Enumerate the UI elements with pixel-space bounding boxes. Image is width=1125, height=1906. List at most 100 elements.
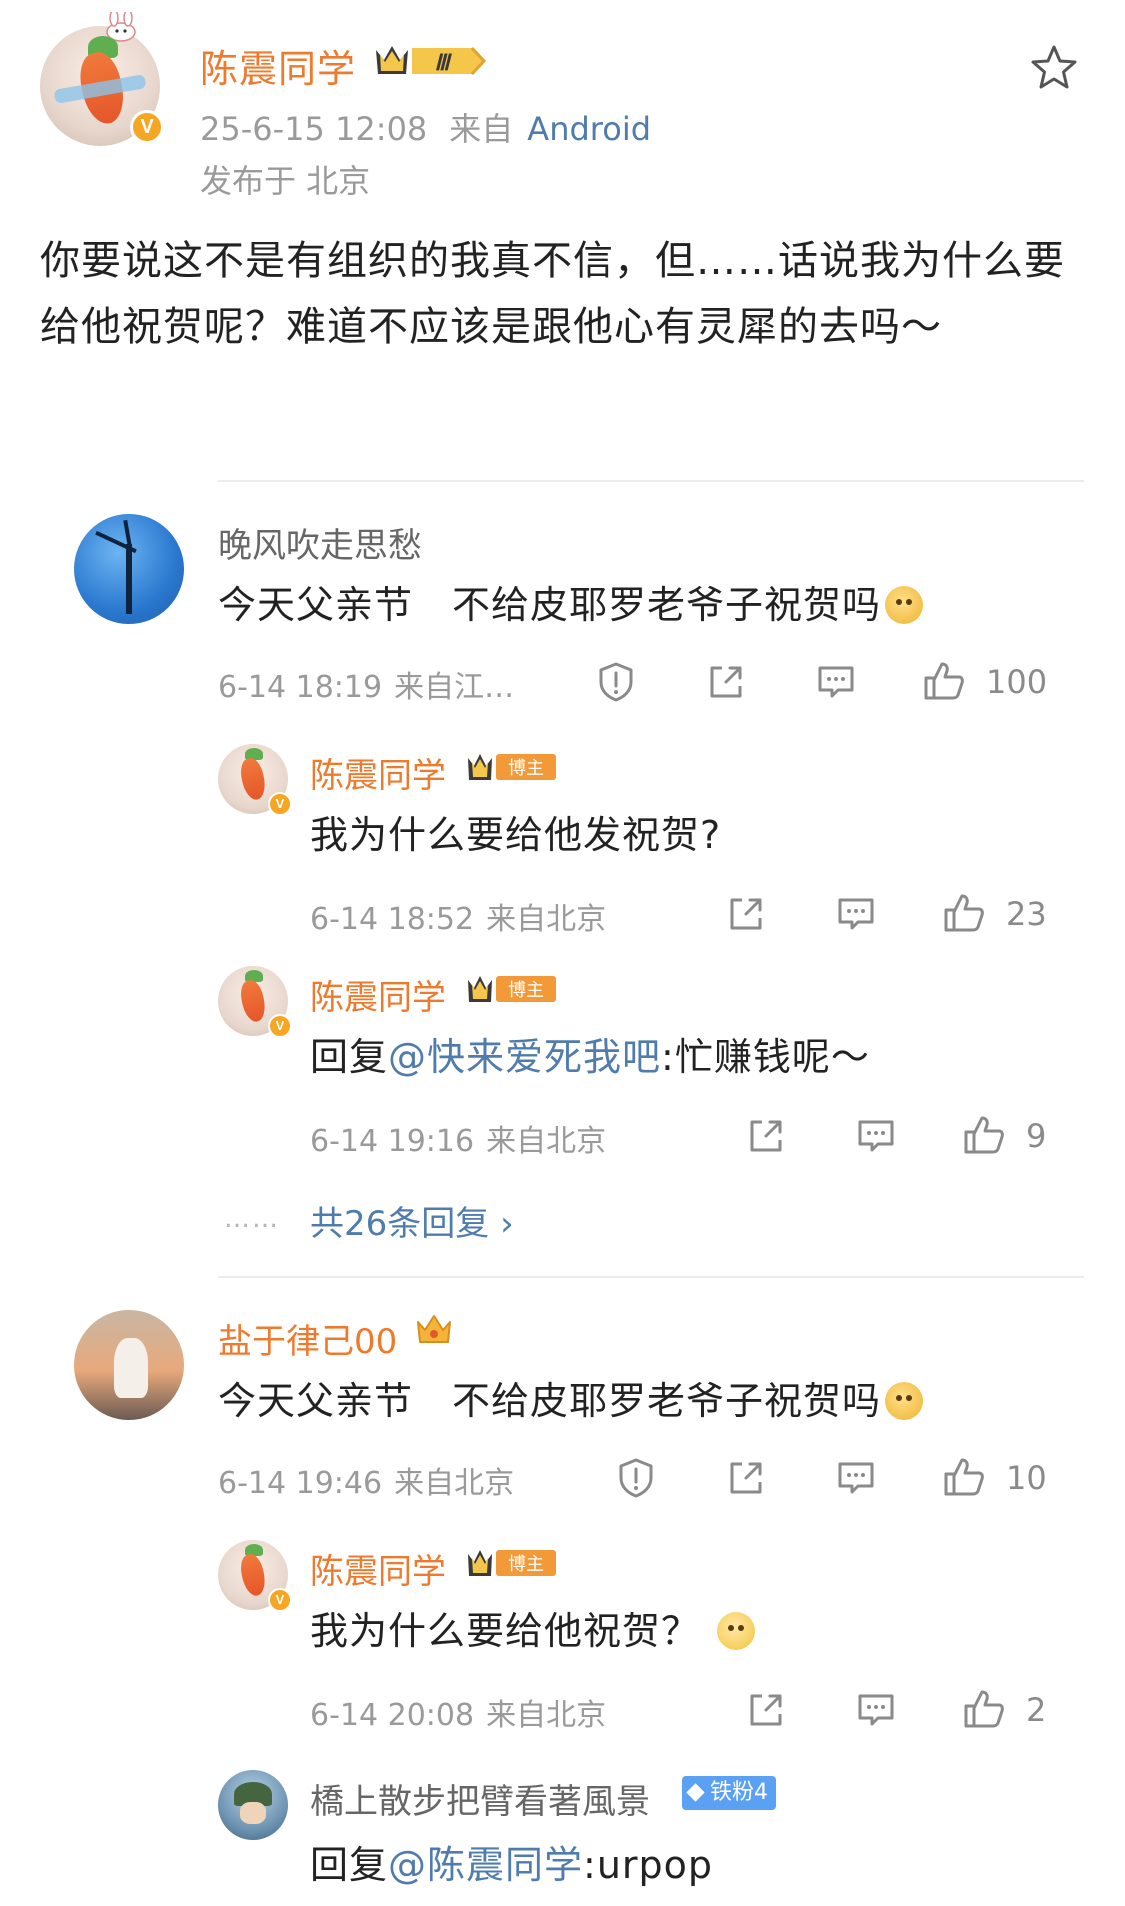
comment-bubble-icon[interactable] [834,892,878,936]
comment-divider [218,480,1084,482]
replier-avatar[interactable]: V [218,744,292,816]
comment-meta: 6-14 19:46 来自北京 [218,1458,514,1502]
thumbs-up-icon[interactable] [922,658,966,702]
commenter-name[interactable]: 晚风吹走思愁 [218,518,422,567]
fan-level-label: 铁粉4 [710,1780,768,1805]
reply-location: 来自北京 [486,1698,607,1733]
comment-divider [218,1276,1084,1278]
reply-text-content: :urpop [583,1843,714,1887]
doge-emoji-icon [885,1382,924,1420]
blogger-crown-badge-icon: 博主 [468,976,556,1002]
thumbs-up-icon[interactable] [962,1112,1006,1156]
like-count: 2 [1026,1691,1047,1729]
commenter-avatar[interactable] [74,514,184,624]
share-square-icon[interactable] [704,660,748,704]
fan-level-badge: 铁粉4 [682,1776,776,1810]
verified-icon: V [130,110,164,144]
reply-time: 6-14 20:08 [310,1698,475,1733]
reply-location: 来自北京 [486,902,607,937]
blogger-crown-badge-icon: 博主 [468,1550,556,1576]
reply-meta: 6-14 20:08 来自北京 [310,1690,606,1734]
mention-link[interactable]: @快来爱死我吧 [388,1035,661,1079]
author-avatar[interactable]: V [40,12,164,146]
comment-bubble-icon[interactable] [814,660,858,704]
avatar-carrot [237,1552,269,1598]
avatar-carrot [237,978,269,1024]
reply-text-content: :忙赚钱呢～ [661,1035,870,1079]
replier-name[interactable]: 陈震同学 [310,748,446,797]
replier-avatar[interactable]: V [218,1540,292,1612]
more-dots: …… [224,1204,280,1234]
share-square-icon[interactable] [744,1114,788,1158]
vip-crown-badge-icon[interactable]: Ⅲ [372,40,490,82]
avatar-carrot [237,756,269,802]
post-time: 25-6-15 12:08 [200,110,428,148]
post-location: 发布于 北京 [200,162,371,200]
comment-meta: 6-14 18:19 来自江… [218,662,514,706]
verified-icon: V [268,1014,292,1038]
replier-avatar[interactable] [218,1770,288,1840]
commenter-avatar[interactable] [74,1310,184,1420]
replier-name[interactable]: 橋上散步把臂看著風景 [310,1774,650,1823]
reply-text-content: 我为什么要给他祝贺？ [310,1609,701,1653]
report-shield-icon[interactable] [614,1456,658,1500]
reply-time: 6-14 19:16 [310,1124,475,1159]
reply-prefix: 回复 [310,1035,389,1079]
replier-name[interactable]: 陈震同学 [310,1544,446,1593]
blogger-crown-badge-icon: 博主 [468,754,556,780]
post-meta: 25-6-15 12:08 来自 Android [200,104,651,150]
comment-location: 来自江… [394,670,515,705]
svg-text:博主: 博主 [508,1554,544,1575]
thumbs-up-icon[interactable] [962,1686,1006,1730]
avatar-figure [114,1338,148,1398]
reply-meta: 6-14 18:52 来自北京 [310,894,606,938]
reply-prefix: 回复 [310,1843,389,1887]
avatar-face [240,1802,266,1824]
comment-text: 今天父亲节 不给皮耶罗老爷子祝贺吗 [218,574,924,629]
star-outline-icon[interactable] [1028,42,1080,94]
comment-location: 来自北京 [394,1466,515,1501]
reply-location: 来自北京 [486,1124,607,1159]
replier-avatar[interactable]: V [218,966,292,1038]
comment-bubble-icon[interactable] [854,1688,898,1732]
svg-text:博主: 博主 [508,980,544,1001]
thumbs-up-icon[interactable] [942,1454,986,1498]
like-count: 9 [1026,1117,1047,1155]
reply-text: 回复@陈震同学:urpop [310,1834,713,1889]
share-square-icon[interactable] [724,1456,768,1500]
doge-emoji-icon [885,586,924,624]
surprised-emoji-icon [717,1612,756,1650]
reply-text: 回复@快来爱死我吧:忙赚钱呢～ [310,1026,870,1081]
comment-text-content: 今天父亲节 不给皮耶罗老爷子祝贺吗 [218,583,882,627]
from-label: 来自 [449,110,514,148]
reply-text: 我为什么要给他祝贺？ [310,1600,756,1655]
comment-time: 6-14 19:46 [218,1466,383,1501]
commenter-name[interactable]: 盐于律己00 [218,1314,397,1363]
comment-bubble-icon[interactable] [854,1114,898,1158]
crown-member-icon [417,1315,451,1343]
thumbs-up-icon[interactable] [942,890,986,934]
reply-time: 6-14 18:52 [310,902,475,937]
comment-text: 今天父亲节 不给皮耶罗老爷子祝贺吗 [218,1370,924,1425]
author-name[interactable]: 陈震同学 [200,38,356,93]
svg-text:博主: 博主 [508,758,544,779]
comment-bubble-icon[interactable] [834,1456,878,1500]
reply-text: 我为什么要给他发祝贺? [310,813,722,857]
diamond-icon [686,1783,705,1802]
like-count: 23 [1006,895,1047,933]
avatar-tower [126,544,132,614]
like-count: 100 [986,663,1048,701]
comment-text-content: 今天父亲节 不给皮耶罗老爷子祝贺吗 [218,1379,882,1423]
comment-time: 6-14 18:19 [218,670,383,705]
share-square-icon[interactable] [724,892,768,936]
verified-icon: V [268,1588,292,1612]
share-square-icon[interactable] [744,1688,788,1732]
more-replies-link[interactable]: 共26条回复 › [310,1196,514,1245]
reply-meta: 6-14 19:16 来自北京 [310,1116,606,1160]
replier-name[interactable]: 陈震同学 [310,970,446,1019]
mention-link[interactable]: @陈震同学 [388,1843,583,1887]
report-shield-icon[interactable] [594,660,638,704]
like-count: 10 [1006,1459,1047,1497]
verified-icon: V [268,792,292,816]
source-app-link[interactable]: Android [527,110,651,148]
